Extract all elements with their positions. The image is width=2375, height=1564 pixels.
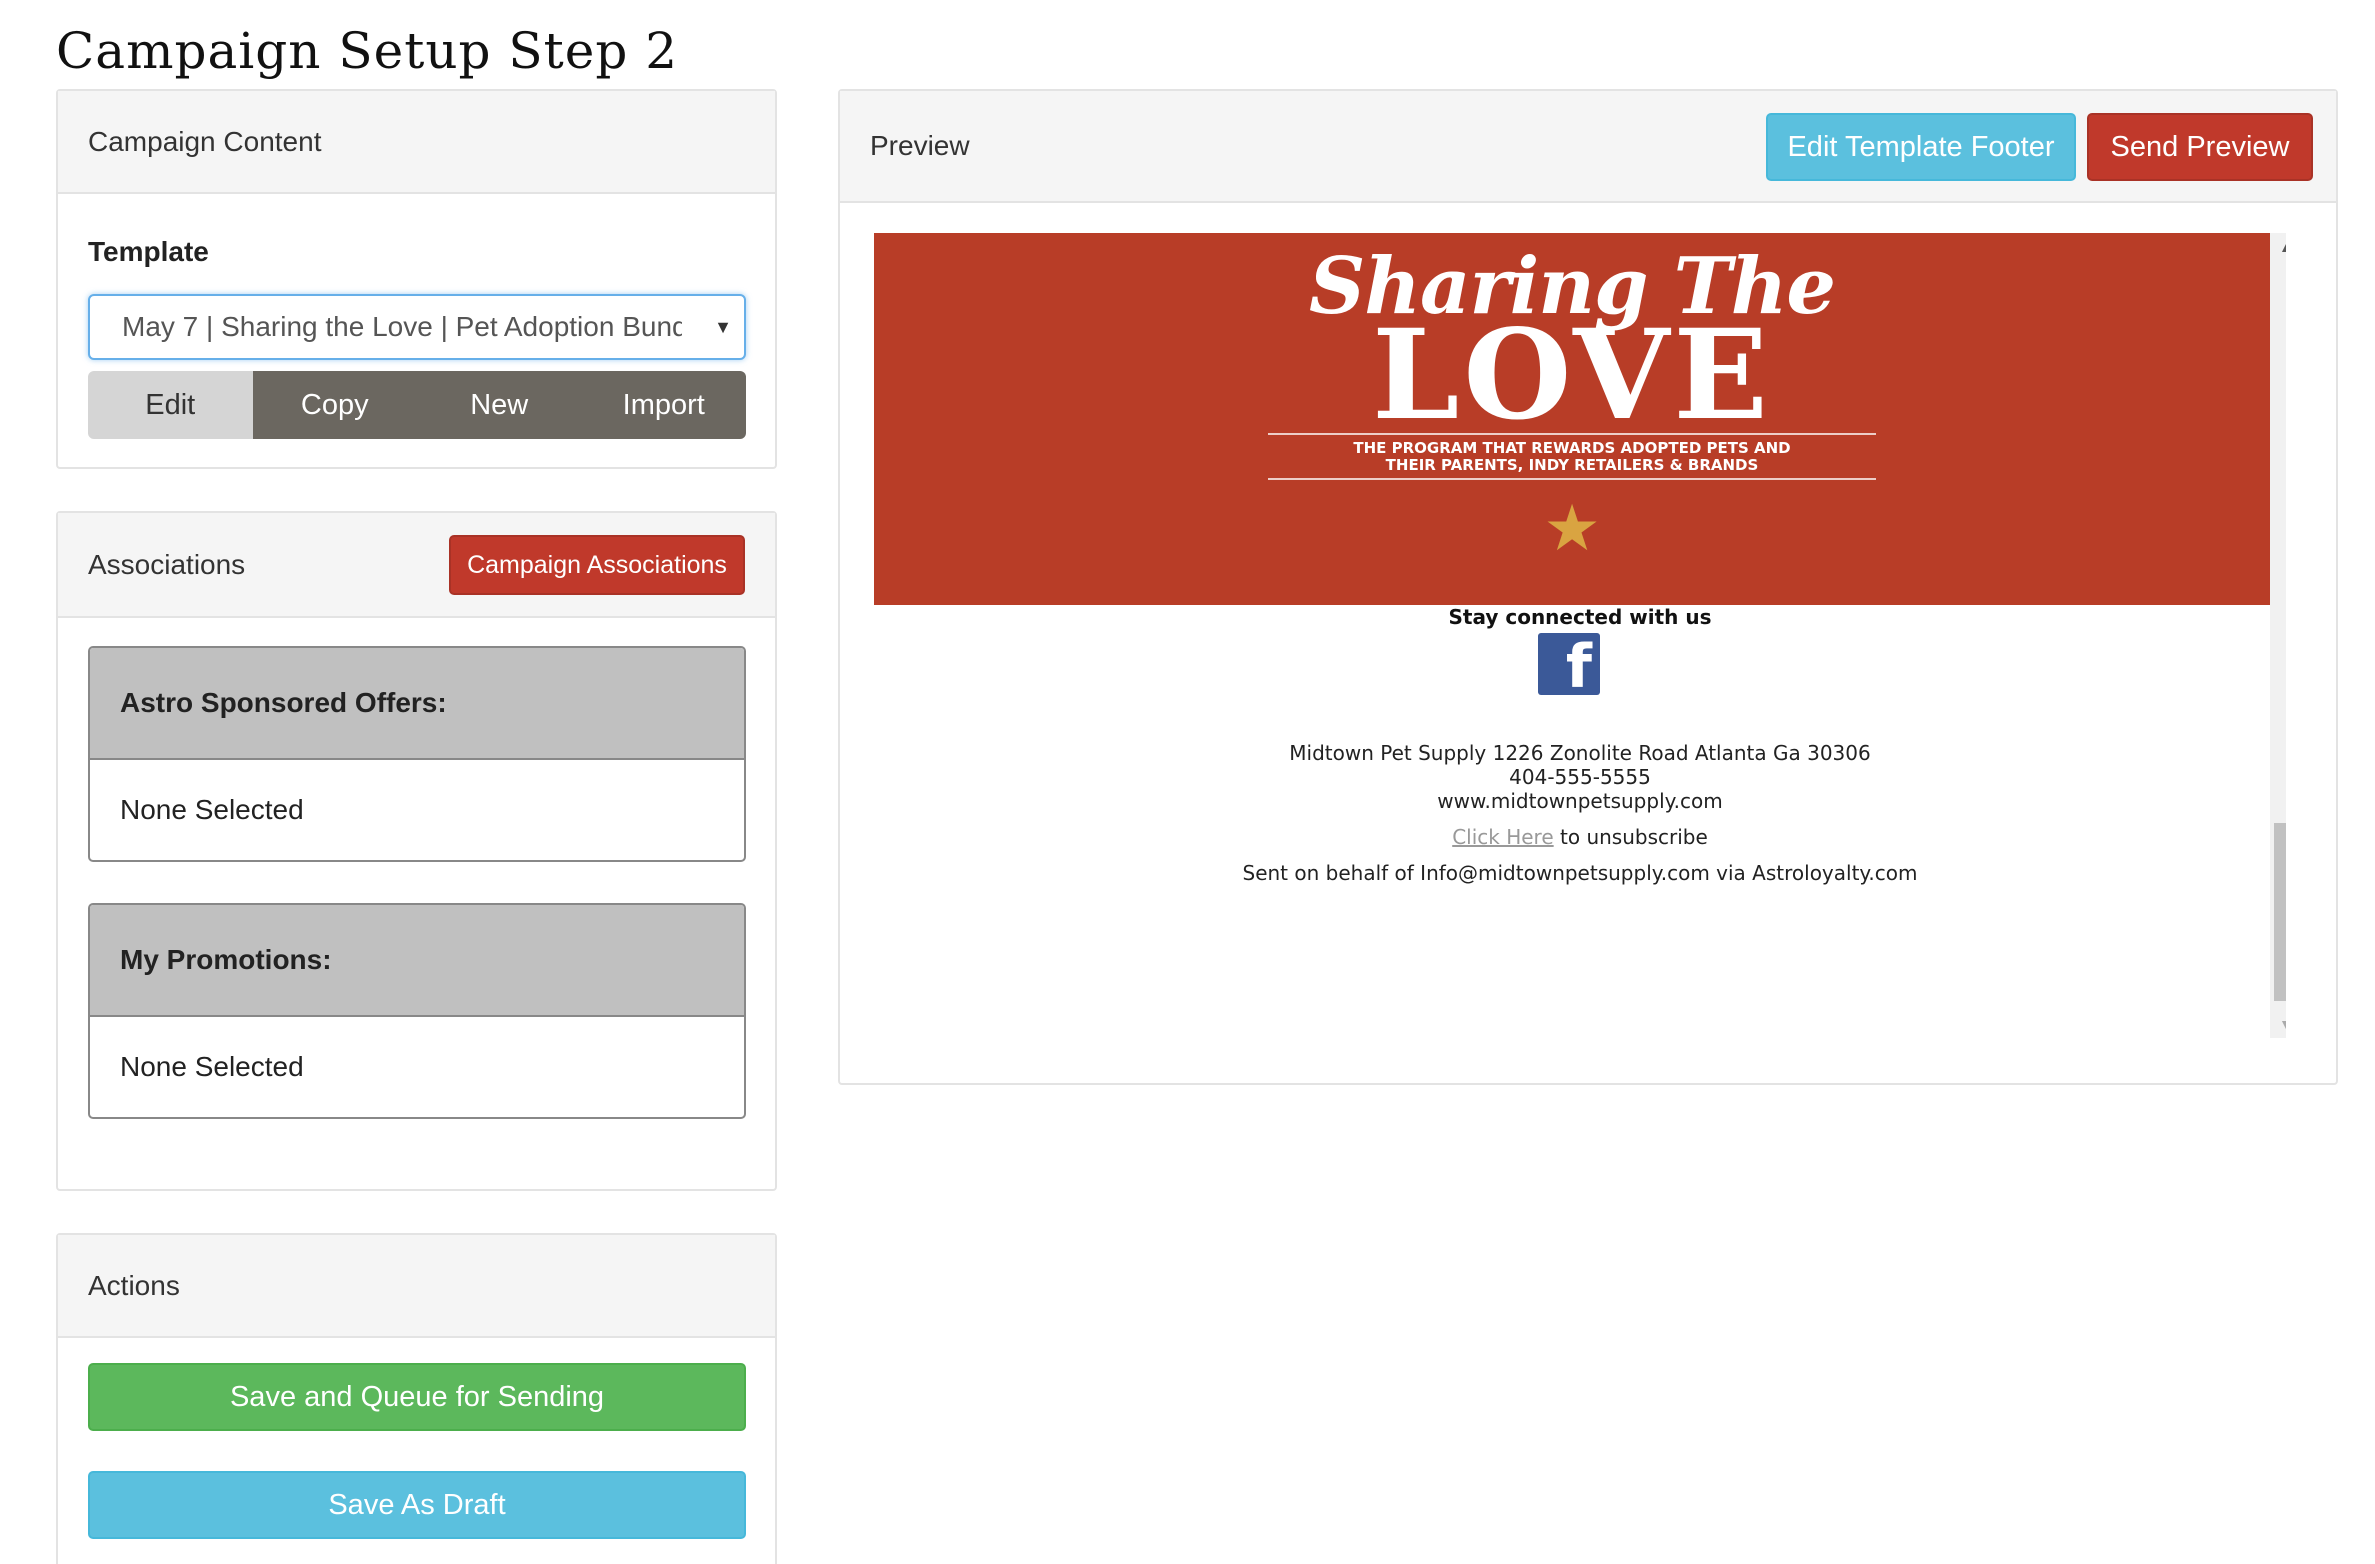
campaign-content-panel: Campaign Content Template May 7 | Sharin… [56, 89, 777, 469]
associations-heading: Associations Campaign Associations [58, 513, 775, 618]
astro-sponsored-offers-body: None Selected [90, 760, 744, 860]
preview-title: Preview [870, 130, 970, 161]
new-button[interactable]: New [417, 371, 582, 439]
actions-title: Actions [88, 1269, 180, 1301]
facebook-icon[interactable]: f [1538, 633, 1600, 695]
page-title: Campaign Setup Step 2 [56, 22, 679, 80]
scroll-down-arrow-icon[interactable]: ▼ [2270, 1010, 2286, 1038]
actions-panel: Actions Save and Queue for Sending Save … [56, 1233, 777, 1564]
associations-title: Associations [88, 548, 246, 580]
actions-heading: Actions [58, 1235, 775, 1338]
scrollbar-thumb[interactable] [2274, 823, 2286, 1001]
edit-template-footer-button[interactable]: Edit Template Footer [1766, 113, 2076, 181]
unsubscribe-text: to unsubscribe [1553, 825, 1708, 849]
my-promotions-title: My Promotions: [120, 944, 332, 975]
import-button[interactable]: Import [581, 371, 746, 439]
send-preview-button[interactable]: Send Preview [2087, 113, 2313, 181]
unsubscribe-line: Click Here to unsubscribe [874, 825, 2286, 849]
store-phone: 404-555-5555 [1509, 765, 1651, 789]
email-preview-frame[interactable]: Sharing The LOVE THE PROGRAM THAT REWARD… [874, 233, 2286, 1038]
banner-tagline-line-2: THEIR PARENTS, INDY RETAILERS & BRANDS [1385, 456, 1759, 474]
template-select[interactable]: May 7 | Sharing the Love | Pet Adoption … [88, 294, 746, 360]
banner-love-text: LOVE [1372, 303, 1772, 448]
my-promotions-box: My Promotions: None Selected [88, 903, 746, 1119]
edit-button[interactable]: Edit [88, 371, 253, 439]
campaign-content-title: Campaign Content [88, 125, 322, 157]
my-promotions-value: None Selected [120, 1051, 304, 1082]
caret-down-icon: ▼ [714, 317, 732, 337]
astro-sponsored-offers-value: None Selected [120, 794, 304, 825]
sent-on-behalf: Sent on behalf of Info@midtownpetsupply.… [1242, 861, 1918, 885]
save-as-draft-button[interactable]: Save As Draft [88, 1471, 746, 1539]
astro-sponsored-offers-title: Astro Sponsored Offers: [120, 687, 447, 718]
astro-sponsored-offers-box: Astro Sponsored Offers: None Selected [88, 646, 746, 862]
store-website: www.midtownpetsupply.com [1437, 789, 1723, 813]
banner-rule-top [1268, 433, 1876, 435]
preview-scrollbar[interactable]: ▲ ▼ [2270, 233, 2286, 1038]
copy-button[interactable]: Copy [252, 371, 417, 439]
save-and-queue-button[interactable]: Save and Queue for Sending [88, 1363, 746, 1431]
sharing-the-love-banner: Sharing The LOVE THE PROGRAM THAT REWARD… [874, 233, 2270, 605]
preview-heading: Preview Edit Template Footer Send Previe… [840, 91, 2336, 203]
template-actions-group: Edit Copy New Import [88, 371, 746, 439]
store-address: Midtown Pet Supply 1226 Zonolite Road At… [1289, 741, 1871, 765]
banner-tagline: THE PROGRAM THAT REWARDS ADOPTED PETS AN… [874, 440, 2270, 474]
campaign-associations-button[interactable]: Campaign Associations [449, 535, 745, 595]
astro-sponsored-offers-header: Astro Sponsored Offers: [90, 648, 744, 760]
template-label: Template [88, 236, 209, 267]
my-promotions-body: None Selected [90, 1017, 744, 1117]
banner-tagline-line-1: THE PROGRAM THAT REWARDS ADOPTED PETS AN… [1353, 439, 1791, 457]
my-promotions-header: My Promotions: [90, 905, 744, 1017]
banner-rule-bottom [1268, 478, 1876, 480]
star-icon: ★ [1543, 492, 1601, 564]
stay-connected-text: Stay connected with us [1448, 605, 1712, 629]
scroll-up-arrow-icon[interactable]: ▲ [2270, 233, 2286, 261]
associations-panel: Associations Campaign Associations Astro… [56, 511, 777, 1191]
preview-panel: Preview Edit Template Footer Send Previe… [838, 89, 2338, 1085]
unsubscribe-link[interactable]: Click Here [1452, 825, 1553, 849]
campaign-content-heading: Campaign Content [58, 91, 775, 194]
template-select-value: May 7 | Sharing the Love | Pet Adoption … [122, 311, 682, 342]
